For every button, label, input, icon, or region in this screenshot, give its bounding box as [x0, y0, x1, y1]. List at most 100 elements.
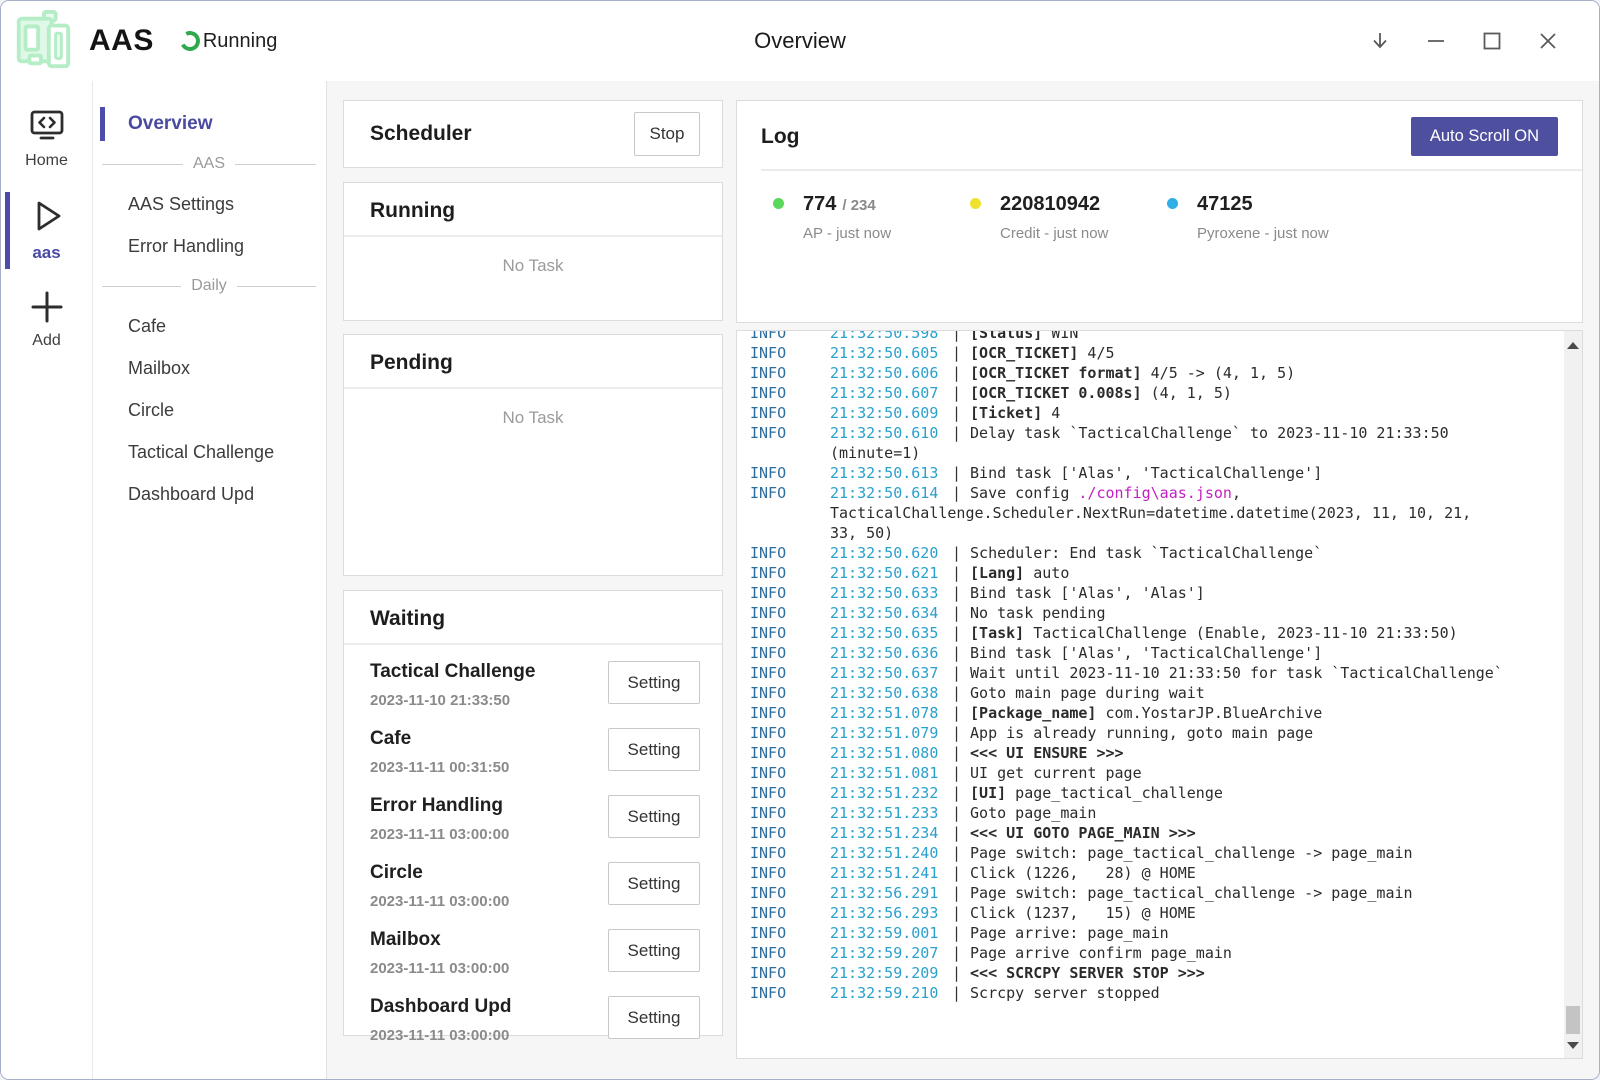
log-separator: |: [952, 963, 961, 983]
setting-button[interactable]: Setting: [608, 862, 700, 905]
log-timestamp: 21:32:50.634: [830, 603, 952, 623]
log-timestamp: 21:32:59.001: [830, 923, 952, 943]
dashboard-item: 47125Pyroxene - just now: [1167, 193, 1364, 242]
waiting-task-info: Tactical Challenge 2023-11-10 21:33:50: [370, 661, 535, 709]
setting-button[interactable]: Setting: [608, 996, 700, 1039]
log-separator: |: [952, 483, 961, 503]
status-dot-icon: [1167, 198, 1178, 209]
log-line: INFO21:32:51.080|<<< UI ENSURE >>>: [750, 743, 1582, 763]
log-message: <<< SCRCPY SERVER STOP >>>: [970, 963, 1205, 983]
waiting-task-info: Circle2023-11-11 03:00:00: [370, 862, 509, 910]
dashboard-total: / 234: [842, 197, 875, 214]
scheduler-panel: Scheduler Stop: [343, 100, 723, 168]
log-line: INFO21:32:50.614|Save config ./config\aa…: [750, 483, 1582, 503]
sidebar-item-overview[interactable]: Overview: [93, 103, 326, 145]
log-message: Click (1237, 15) @ HOME: [970, 903, 1196, 923]
log-message: Bind task ['Alas', 'Alas']: [970, 583, 1205, 603]
sidebar-item-circle[interactable]: Circle: [93, 389, 326, 431]
log-timestamp: 21:32:59.209: [830, 963, 952, 983]
log-message: No task pending: [970, 603, 1105, 623]
log-line: INFO21:32:50.610|Delay task `TacticalCha…: [750, 423, 1582, 443]
menu-group-aas: AAS: [93, 145, 326, 183]
log-line: INFO21:32:51.241|Click (1226, 28) @ HOME: [750, 863, 1582, 883]
log-level: INFO: [750, 703, 830, 723]
waiting-task-next-run: 2023-11-10 21:33:50: [370, 692, 535, 709]
log-message: [Lang] auto: [970, 563, 1069, 583]
setting-button[interactable]: Setting: [608, 661, 700, 704]
dashboard-value: 220810942: [1000, 193, 1100, 215]
log-message: <<< UI ENSURE >>>: [970, 743, 1124, 763]
log-level: INFO: [750, 463, 830, 483]
waiting-task-row: Dashboard Upd2023-11-11 03:00:00Setting: [344, 986, 722, 1053]
log-message: [OCR_TICKET format] 4/5 -> (4, 1, 5): [970, 363, 1295, 383]
waiting-task-name: Error Handling: [370, 795, 509, 817]
log-timestamp: 21:32:51.079: [830, 723, 952, 743]
rail-item-aas[interactable]: aas: [1, 192, 92, 269]
log-separator: |: [952, 943, 961, 963]
waiting-task-next-run: 2023-11-11 00:31:50: [370, 759, 509, 776]
auto-scroll-button[interactable]: Auto Scroll ON: [1411, 117, 1558, 156]
waiting-task-next-run: 2023-11-11 03:00:00: [370, 893, 509, 910]
stop-button[interactable]: Stop: [634, 112, 700, 156]
log-level: INFO: [750, 903, 830, 923]
main-content: Scheduler Stop Running No Task Pending N…: [327, 81, 1599, 1079]
maximize-icon[interactable]: [1481, 30, 1503, 52]
waiting-task-name: Tactical Challenge: [370, 661, 535, 683]
app-name: AAS: [89, 24, 154, 58]
log-message: Page arrive confirm page_main: [970, 943, 1232, 963]
log-timestamp: 21:32:59.207: [830, 943, 952, 963]
log-separator: |: [952, 423, 961, 443]
log-line: INFO21:32:51.078|[Package_name] com.Yost…: [750, 703, 1582, 723]
log-line: INFO21:32:50.605|[OCR_TICKET] 4/5: [750, 343, 1582, 363]
waiting-title: Waiting: [370, 607, 722, 631]
log-message: Scrcpy server stopped: [970, 983, 1160, 1003]
log-level: INFO: [750, 863, 830, 883]
rail-item-label: Add: [32, 332, 60, 350]
log-title: Log: [761, 125, 799, 149]
rail-item-home[interactable]: Home: [1, 103, 92, 176]
scroll-down-arrow-icon[interactable]: [1567, 1042, 1579, 1049]
log-output-panel[interactable]: INFO21:32:50.598|[Status] WININFO21:32:5…: [736, 330, 1583, 1059]
scroll-up-arrow-icon[interactable]: [1567, 342, 1579, 349]
log-message: Goto page_main: [970, 803, 1096, 823]
sidebar-item-tactical-challenge[interactable]: Tactical Challenge: [93, 431, 326, 473]
divider-line: [237, 286, 316, 287]
close-icon[interactable]: [1537, 30, 1559, 52]
log-column: Log Auto Scroll ON 774/ 234AP - just now…: [736, 100, 1583, 1059]
waiting-task-row: Cafe2023-11-11 00:31:50Setting: [344, 718, 722, 785]
menu-item-label: Cafe: [128, 316, 166, 337]
sidebar-item-aas-settings[interactable]: AAS Settings: [93, 183, 326, 225]
setting-button[interactable]: Setting: [608, 728, 700, 771]
sidebar-item-dashboard-upd[interactable]: Dashboard Upd: [93, 473, 326, 515]
app-window: AAS Running Overview: [0, 0, 1600, 1080]
log-level: INFO: [750, 403, 830, 423]
scrollbar-thumb[interactable]: [1566, 1006, 1580, 1034]
sidebar-item-cafe[interactable]: Cafe: [93, 305, 326, 347]
running-empty-text: No Task: [344, 256, 722, 276]
log-line: INFO21:32:59.001|Page arrive: page_main: [750, 923, 1582, 943]
sidebar-item-error-handling[interactable]: Error Handling: [93, 225, 326, 267]
log-level: INFO: [750, 803, 830, 823]
setting-button[interactable]: Setting: [608, 795, 700, 838]
titlebar: AAS Running Overview: [1, 1, 1599, 81]
rail-item-add[interactable]: Add: [1, 285, 92, 356]
menu-item-label: AAS Settings: [128, 194, 234, 215]
log-level: INFO: [750, 943, 830, 963]
log-level: INFO: [750, 363, 830, 383]
log-level: INFO: [750, 883, 830, 903]
minimize-icon[interactable]: [1425, 30, 1447, 52]
log-line: INFO21:32:50.638|Goto main page during w…: [750, 683, 1582, 703]
log-level: INFO: [750, 330, 830, 343]
update-arrow-icon[interactable]: [1369, 30, 1391, 52]
code-monitor-icon: [27, 107, 67, 145]
log-level: INFO: [750, 763, 830, 783]
log-timestamp: 21:32:51.241: [830, 863, 952, 883]
log-scrollbar[interactable]: [1564, 331, 1582, 1058]
log-message: Wait until 2023-11-10 21:33:50 for task …: [970, 663, 1503, 683]
setting-button[interactable]: Setting: [608, 929, 700, 972]
menu-item-label: Dashboard Upd: [128, 484, 254, 505]
log-separator: |: [952, 403, 961, 423]
sidebar-item-mailbox[interactable]: Mailbox: [93, 347, 326, 389]
divider-line: [235, 164, 316, 165]
divider-line: [102, 286, 181, 287]
